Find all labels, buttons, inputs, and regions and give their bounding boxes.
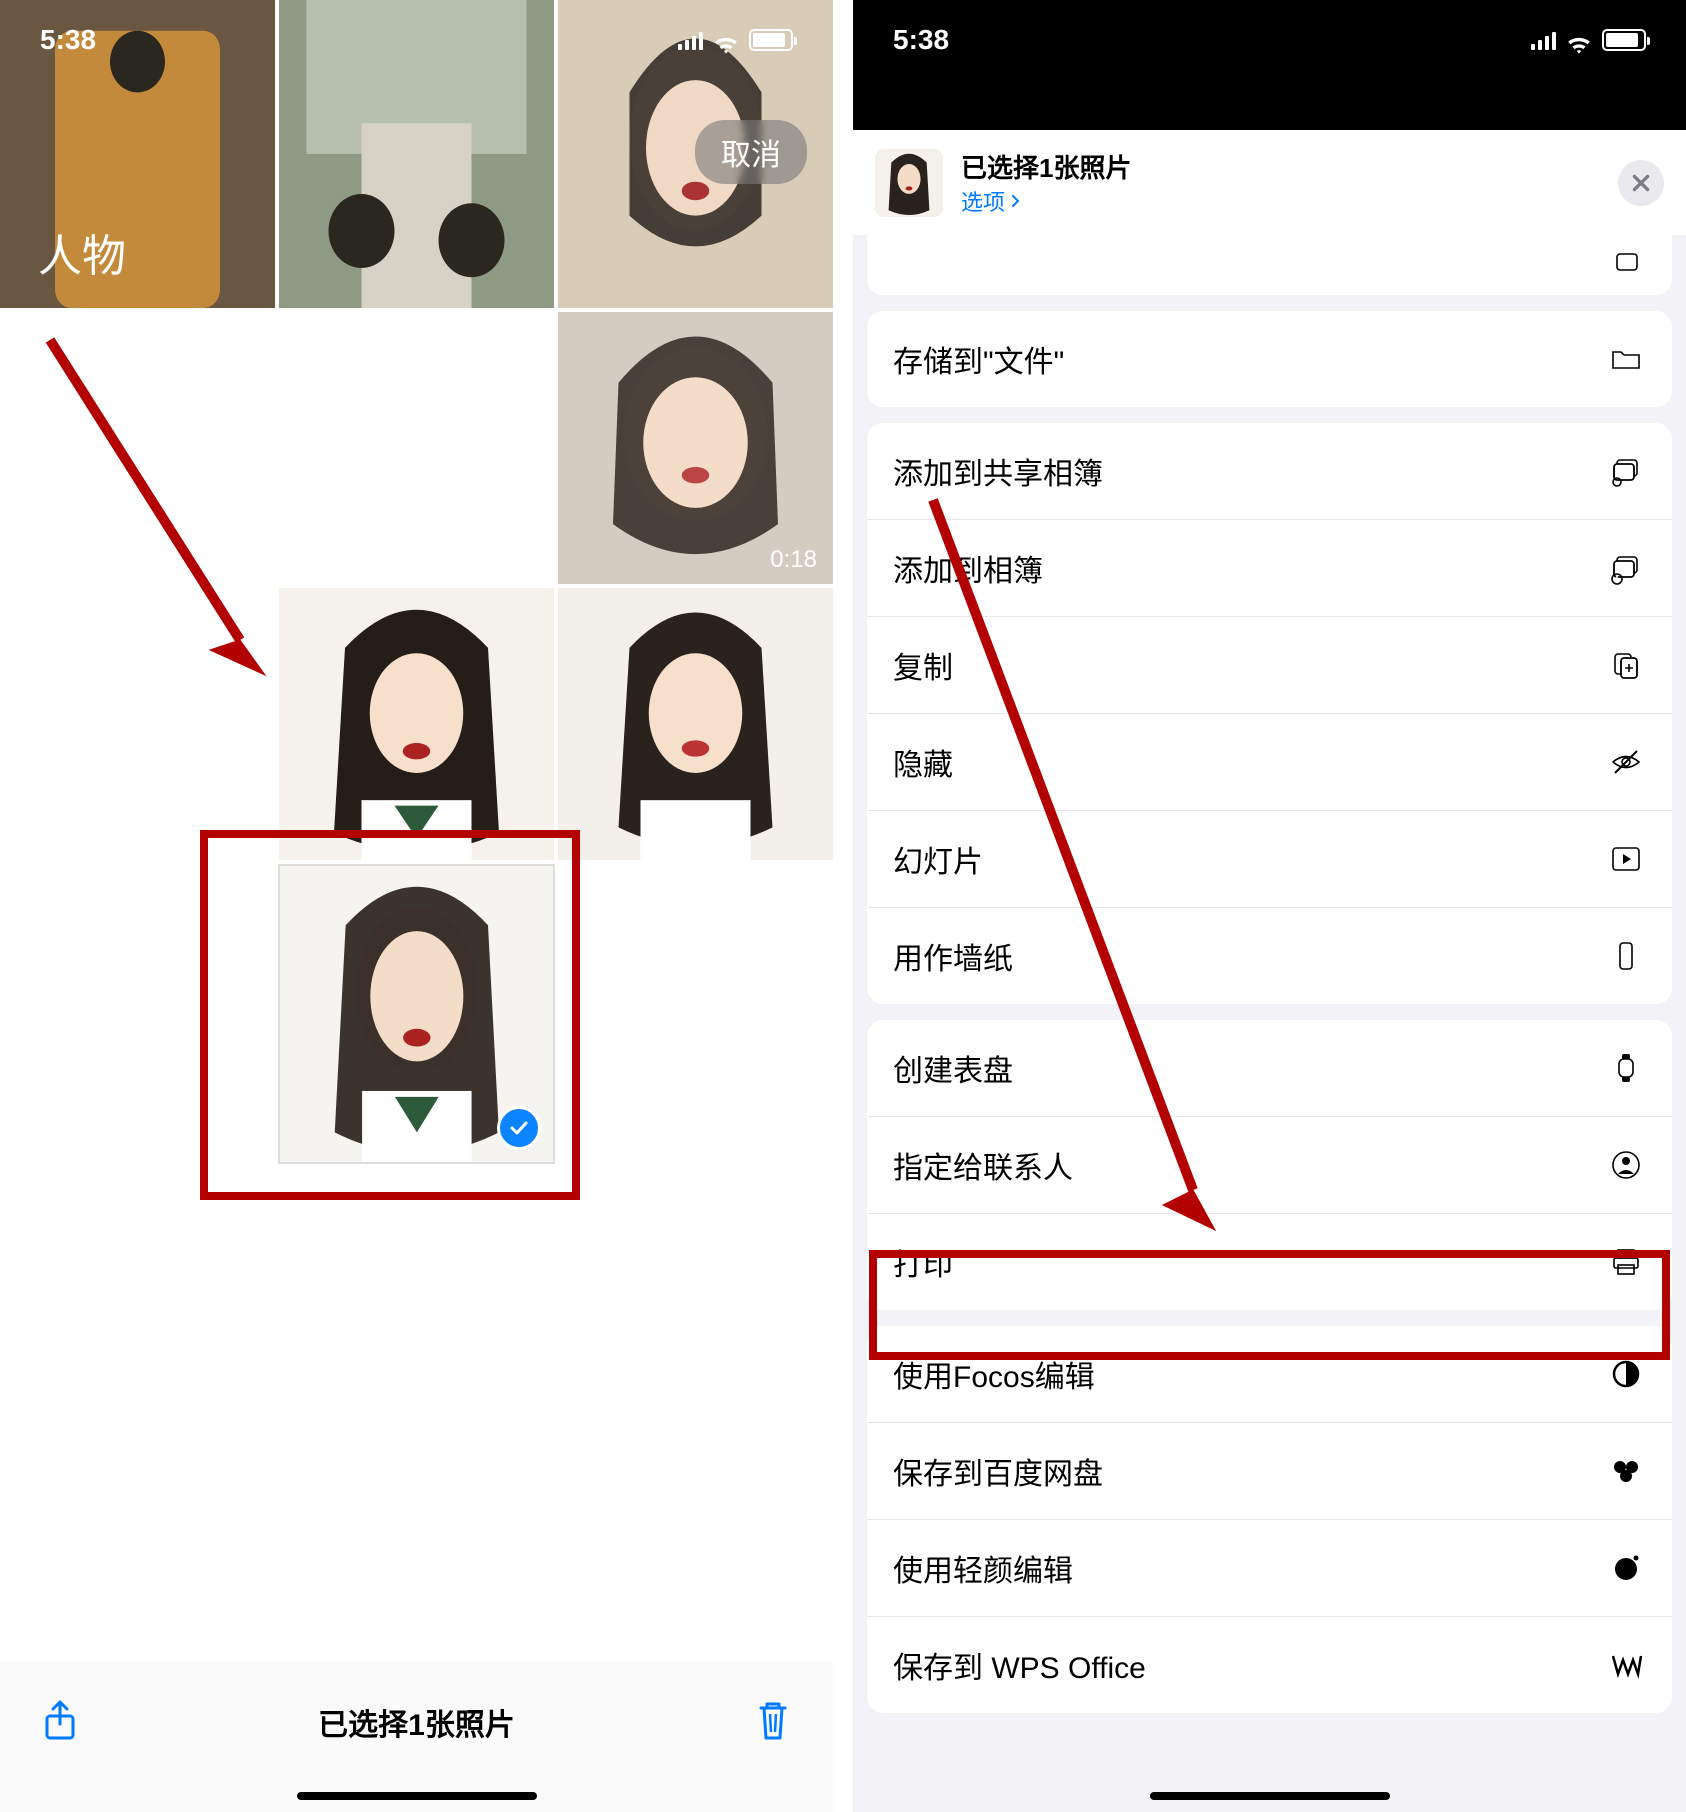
dot-icon: [1606, 1548, 1646, 1588]
action-save-to-files[interactable]: 存储到"文件": [867, 311, 1672, 407]
video-thumb[interactable]: 0:18: [558, 312, 833, 584]
action-save-baidu[interactable]: 保存到百度网盘: [867, 1423, 1672, 1520]
action-group: 使用Focos编辑 保存到百度网盘 使用轻颜编辑 保存到 WPS Office: [867, 1326, 1672, 1713]
shared-album-icon: [1606, 451, 1646, 491]
bottom-toolbar: 已选择1张照片: [0, 1662, 833, 1812]
status-time: 5:38: [893, 24, 949, 56]
watch-icon: [1606, 1048, 1646, 1088]
action-focos-edit[interactable]: 使用Focos编辑: [867, 1326, 1672, 1423]
status-bar: 5:38: [0, 0, 833, 80]
cancel-button[interactable]: 取消: [695, 120, 807, 184]
copy-icon: [1606, 645, 1646, 685]
wallpaper-icon: [1606, 936, 1646, 976]
focos-icon: [1606, 1354, 1646, 1394]
status-icons: [1531, 29, 1646, 51]
status-bar: 5:38: [853, 0, 1686, 80]
sheet-title: 已选择1张照片: [961, 148, 1600, 185]
annotation-arrow: [30, 320, 290, 690]
video-duration: 0:18: [770, 546, 817, 574]
close-button[interactable]: [1618, 160, 1664, 206]
status-time: 5:38: [40, 24, 96, 56]
eye-off-icon: [1606, 742, 1646, 782]
album-title: 人物: [38, 220, 126, 284]
right-screen: 5:38 已选择1张照片 选项: [853, 0, 1686, 1812]
action-item[interactable]: [867, 235, 1672, 295]
cellular-signal-icon: [1531, 30, 1556, 50]
photo-thumb[interactable]: [279, 588, 554, 860]
play-icon: [1606, 839, 1646, 879]
status-icons: [678, 29, 793, 51]
selection-count-label: 已选择1张照片: [318, 1700, 515, 1744]
generic-icon: [1606, 241, 1646, 281]
add-album-icon: [1606, 548, 1646, 588]
action-group: 存储到"文件": [867, 311, 1672, 407]
home-indicator: [297, 1792, 537, 1800]
home-indicator: [1150, 1792, 1390, 1800]
share-sheet-header: 已选择1张照片 选项: [853, 130, 1686, 235]
action-group: [867, 235, 1672, 295]
action-save-wps[interactable]: 保存到 WPS Office: [867, 1617, 1672, 1713]
wifi-icon: [1566, 30, 1592, 50]
sheet-options-link[interactable]: 选项: [961, 185, 1600, 217]
selected-photo-preview: [875, 149, 943, 217]
cellular-signal-icon: [678, 30, 703, 50]
action-qingyan-edit[interactable]: 使用轻颜编辑: [867, 1520, 1672, 1617]
wifi-icon: [713, 30, 739, 50]
wps-icon: [1606, 1645, 1646, 1685]
delete-button[interactable]: [753, 1698, 793, 1747]
baidu-icon: [1606, 1451, 1646, 1491]
left-screen: 5:38 人物 取消 0:18: [0, 0, 833, 1812]
photo-thumb-selected[interactable]: [278, 864, 556, 1164]
photo-thumb[interactable]: [558, 588, 833, 860]
battery-icon: [1602, 29, 1646, 51]
annotation-arrow: [903, 480, 1243, 1240]
contact-icon: [1606, 1145, 1646, 1185]
print-icon: [1606, 1242, 1646, 1282]
battery-icon: [749, 29, 793, 51]
share-button[interactable]: [40, 1698, 80, 1747]
folder-icon: [1606, 339, 1646, 379]
